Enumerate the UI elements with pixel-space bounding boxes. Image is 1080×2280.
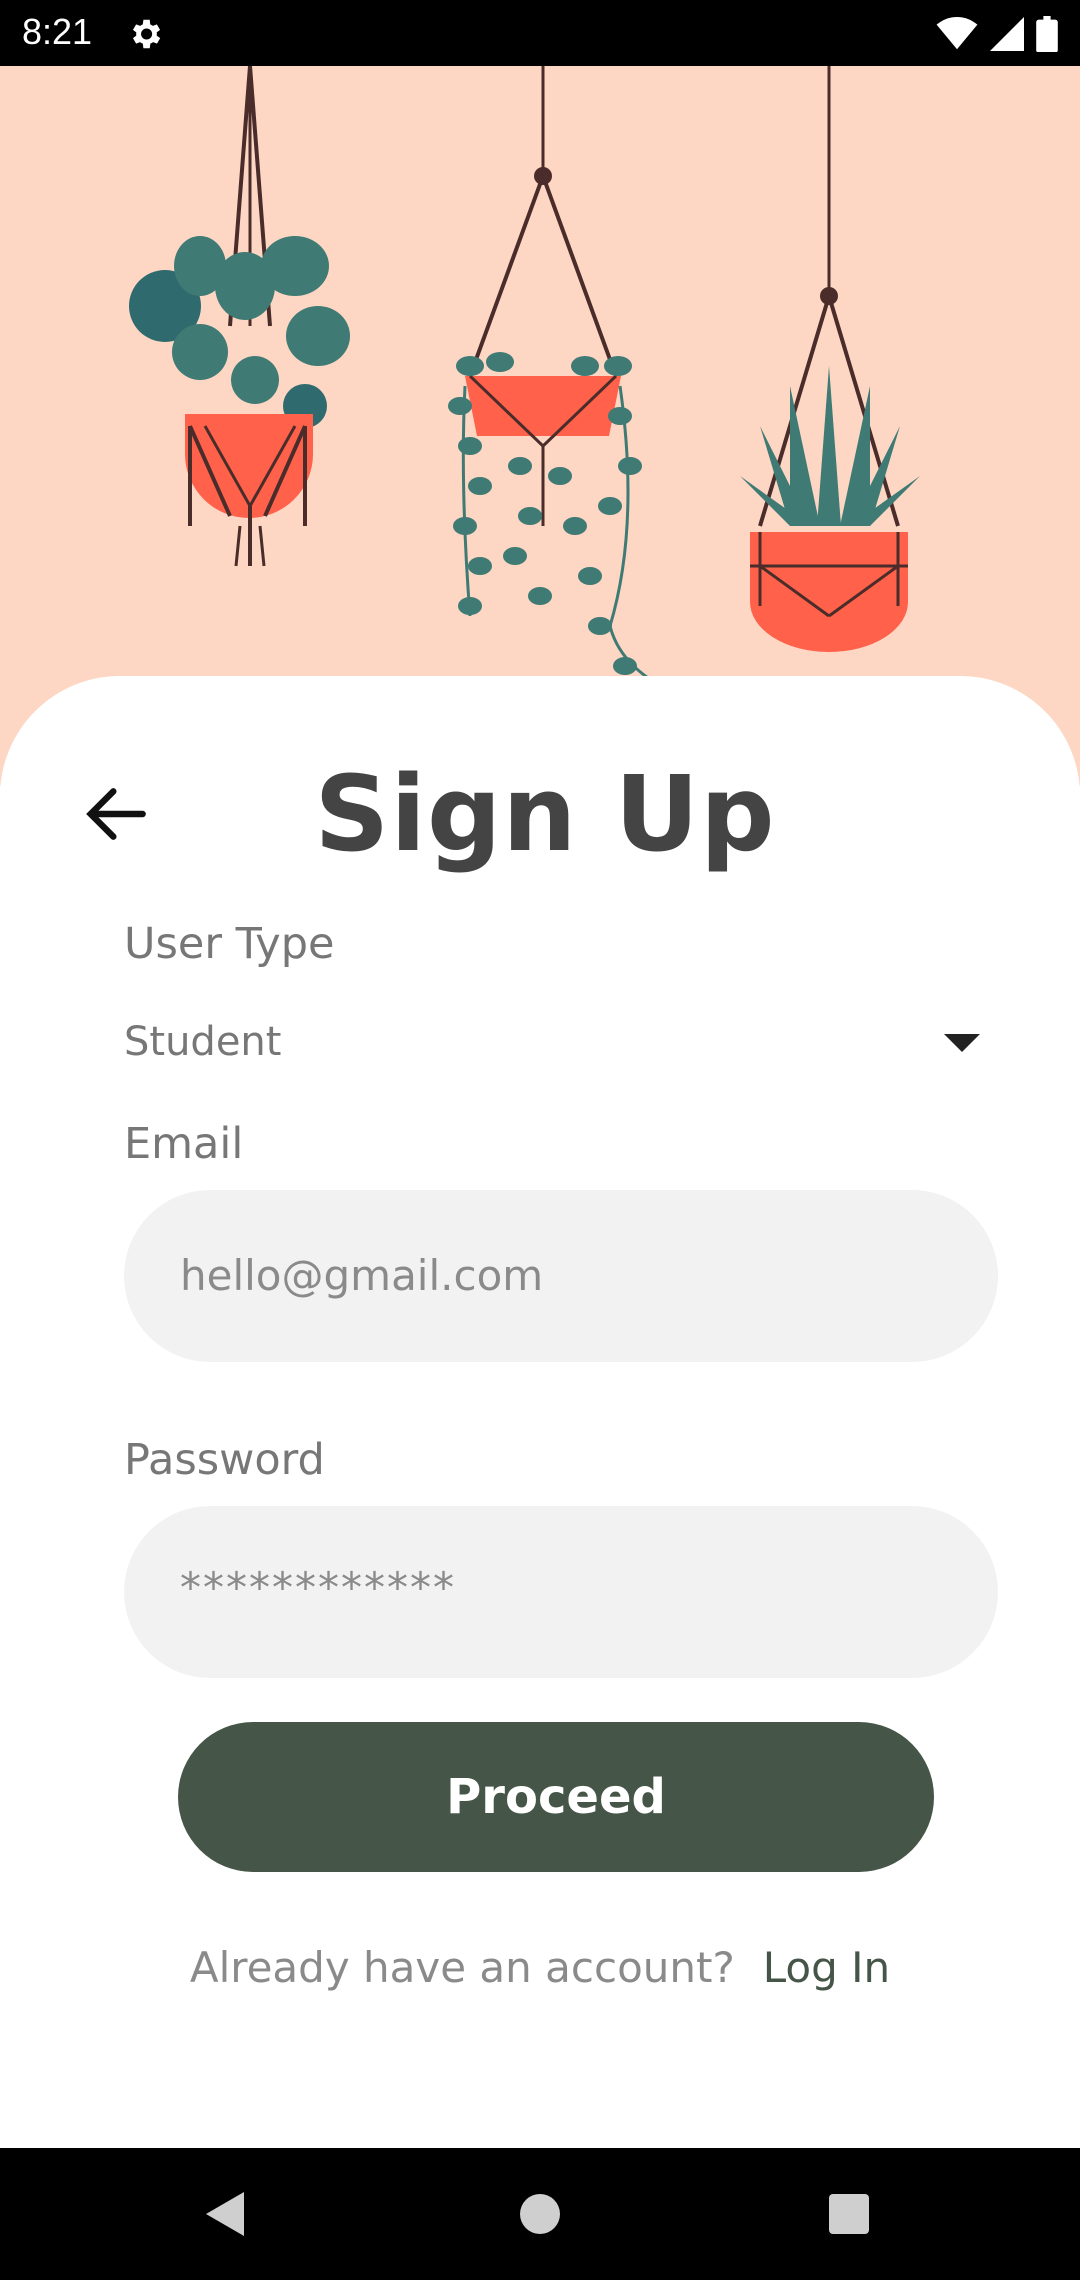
user-type-label: User Type (124, 919, 335, 969)
email-label: Email (124, 1119, 244, 1169)
system-navigation-bar (0, 2148, 1080, 2280)
hanging-plant-right (740, 66, 920, 652)
login-link[interactable]: Log In (763, 1943, 890, 1992)
wifi-icon (936, 17, 978, 50)
status-time: 8:21 (22, 11, 93, 52)
login-question: Already have an account? (189, 1943, 735, 1992)
user-type-value: Student (124, 1019, 282, 1065)
hanging-plant-middle (448, 66, 682, 700)
email-placeholder: hello@gmail.com (180, 1251, 544, 1300)
status-icons (936, 14, 1058, 54)
battery-icon (1036, 16, 1058, 52)
signup-card (0, 676, 1080, 2148)
status-bar: 8:21 (0, 0, 1080, 66)
password-placeholder: ************ (180, 1563, 456, 1612)
cellular-signal-icon (990, 17, 1024, 51)
hanging-plant-left (129, 66, 350, 567)
password-field[interactable]: ************ (124, 1506, 998, 1678)
nav-home-icon[interactable] (520, 2194, 560, 2234)
user-type-dropdown[interactable]: Student (124, 1014, 984, 1070)
nav-back-icon[interactable] (206, 2192, 244, 2236)
password-label: Password (124, 1435, 325, 1485)
email-field[interactable]: hello@gmail.com (124, 1190, 998, 1362)
login-prompt: Already have an account? Log In (0, 1936, 1080, 2000)
page-title: Sign Up (314, 753, 776, 875)
dropdown-caret-icon (944, 1034, 980, 1052)
nav-recents-icon[interactable] (829, 2194, 869, 2234)
settings-gear-icon (132, 19, 161, 49)
proceed-button[interactable]: Proceed (178, 1722, 934, 1872)
